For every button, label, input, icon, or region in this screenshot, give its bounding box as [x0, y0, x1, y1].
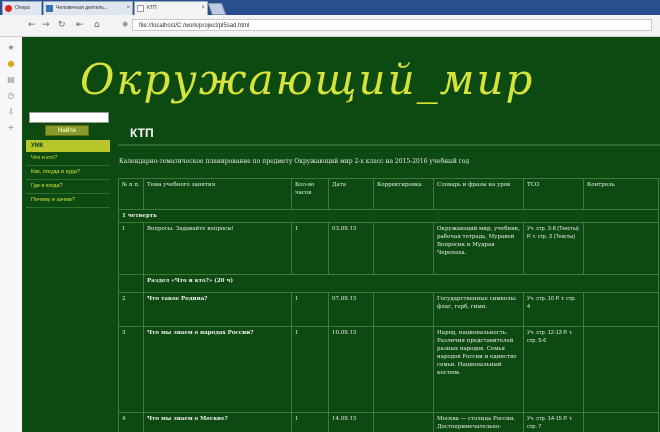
cell-control — [583, 326, 659, 413]
table-row: 4 Что мы знаем о Москве? 1 14.09.15 Моск… — [118, 412, 659, 432]
forward-icon[interactable]: → — [42, 19, 50, 31]
cell-date: 14.09.15 — [328, 412, 374, 432]
col-header: Кол-во часов — [291, 178, 329, 210]
reload-icon[interactable]: ↻ — [58, 19, 66, 31]
cell-correction — [373, 222, 434, 275]
cell-topic: Что мы знаем о Москве? — [143, 412, 292, 432]
cell-date: 03.09.15 — [328, 222, 374, 275]
table-row: 1 Вопросы. Задавайте вопросы! 1 03.09.15… — [118, 222, 659, 275]
cell-control — [583, 412, 659, 432]
quarter-label: 1 четверть — [118, 209, 659, 223]
quarter-row: 1 четверть — [118, 209, 659, 223]
tab-article[interactable]: Человечная деятель... × — [43, 1, 133, 15]
web-page: Окружающий_мир Найти УМК Что и кто? Как,… — [22, 37, 660, 432]
col-header: Контроль — [583, 178, 659, 210]
search-input[interactable] — [29, 112, 109, 123]
history-icon[interactable]: ◷ — [6, 91, 16, 100]
cell-control — [583, 222, 659, 275]
stop-icon[interactable]: ⇤ — [76, 19, 84, 31]
col-header: Корректировка — [373, 178, 434, 210]
notes-icon[interactable]: ▤ — [6, 75, 16, 84]
section-label: Раздел «Что и кто?» (20 ч) — [143, 274, 659, 293]
cell-date: 10.09.15 — [328, 326, 374, 413]
cell-vocab: Государственные символы: флаг, герб, гим… — [433, 292, 524, 327]
cell-correction — [373, 412, 434, 432]
table-row: 3 Что мы знаем о народах России? 1 10.09… — [118, 326, 659, 413]
downloads-icon[interactable]: ⇩ — [6, 107, 16, 116]
cell-correction — [373, 326, 434, 413]
tab-label: Человечная деятель... — [56, 5, 109, 11]
cell-empty — [118, 274, 144, 293]
ktp-table: № п п. Тема учебного занятия Кол-во часо… — [118, 178, 659, 432]
new-tab-button[interactable] — [207, 3, 227, 15]
speed-dial-icon[interactable]: ● — [6, 59, 16, 68]
col-header: ТСО — [523, 178, 584, 210]
cell-vocab: Москва — столица России. Достопримечател… — [433, 412, 524, 432]
site-icon — [46, 5, 53, 12]
cell-control — [583, 292, 659, 327]
nav-item-how-where[interactable]: Как, откуда и куда? — [26, 166, 110, 180]
cell-number: 3 — [118, 326, 144, 413]
cell-hours: 1 — [291, 412, 329, 432]
browser-tab-bar: Опера Человечная деятель... × КТП × — [0, 0, 660, 15]
cell-number: 1 — [118, 222, 144, 275]
table-header-row: № п п. Тема учебного занятия Кол-во часо… — [118, 178, 659, 210]
cell-correction — [373, 292, 434, 327]
site-logo: Окружающий_мир — [80, 55, 535, 104]
back-icon[interactable]: ← — [28, 19, 36, 31]
home-icon[interactable]: ⌂ — [94, 19, 100, 31]
bookmarks-icon[interactable]: ★ — [6, 43, 16, 52]
cell-number: 2 — [118, 292, 144, 327]
opera-icon — [5, 5, 12, 12]
cell-hours: 1 — [291, 292, 329, 327]
cell-tso: Уч. стр. 12-13 Р. т. стр. 5-6 — [523, 326, 584, 413]
cell-vocab: Окружающий мир, учебник, рабочая тетрадь… — [433, 222, 524, 275]
close-icon[interactable]: × — [126, 2, 130, 14]
tab-ktp[interactable]: КТП × — [134, 1, 208, 15]
cell-number: 4 — [118, 412, 144, 432]
page-subtitle: Календарно-тематическое планирование по … — [119, 158, 470, 165]
address-input[interactable]: file://localhost/C:/work/project/pl5sad.… — [132, 19, 652, 31]
cell-tso: Уч. стр. 3-8 (Тексты) Р. т. стр. 3 (Текс… — [523, 222, 584, 275]
table-row: 2 Что такое Родина? 1 07.09.15 Государст… — [118, 292, 659, 327]
cell-topic: Что мы знаем о народах России? — [143, 326, 292, 413]
nav-item-where-when[interactable]: Где и когда? — [26, 180, 110, 194]
col-header: Тема учебного занятия — [143, 178, 292, 210]
col-header: № п п. — [118, 178, 144, 210]
site-nav: УМК Что и кто? Как, откуда и куда? Где и… — [26, 140, 110, 208]
cell-hours: 1 — [291, 326, 329, 413]
cell-date: 07.09.15 — [328, 292, 374, 327]
page-title: КТП — [130, 126, 154, 140]
col-header: Дата — [328, 178, 374, 210]
cell-tso: Уч. стр. 14-15 Р. т. стр. 7 — [523, 412, 584, 432]
cell-tso: Уч. стр. 10 Р. т. стр. 4 — [523, 292, 584, 327]
close-icon[interactable]: × — [201, 2, 205, 14]
add-panel-icon[interactable]: + — [6, 123, 16, 132]
browser-side-panel: ★ ● ▤ ◷ ⇩ + — [0, 37, 23, 432]
section-row: Раздел «Что и кто?» (20 ч) — [118, 274, 659, 293]
cell-hours: 1 — [291, 222, 329, 275]
nav-item-what-who[interactable]: Что и кто? — [26, 152, 110, 166]
tab-opera[interactable]: Опера — [2, 1, 42, 15]
cell-topic: Что такое Родина? — [143, 292, 292, 327]
nav-item-why[interactable]: Почему и зачем? — [26, 194, 110, 208]
title-divider — [118, 144, 660, 146]
cell-vocab: Народ, национальность. Различия представ… — [433, 326, 524, 413]
col-header: Словарь и фразы на урок — [433, 178, 524, 210]
cell-topic: Вопросы. Задавайте вопросы! — [143, 222, 292, 275]
tab-label: Опера — [15, 5, 30, 11]
page-icon — [137, 5, 144, 12]
tab-label: КТП — [147, 5, 157, 11]
nav-header: УМК — [26, 140, 110, 152]
find-button[interactable]: Найти — [45, 125, 89, 136]
address-toolbar: ← → ↻ ⇤ ⌂ ◉ file://localhost/C:/work/pro… — [0, 15, 660, 37]
page-info-icon[interactable]: ◉ — [122, 20, 128, 28]
